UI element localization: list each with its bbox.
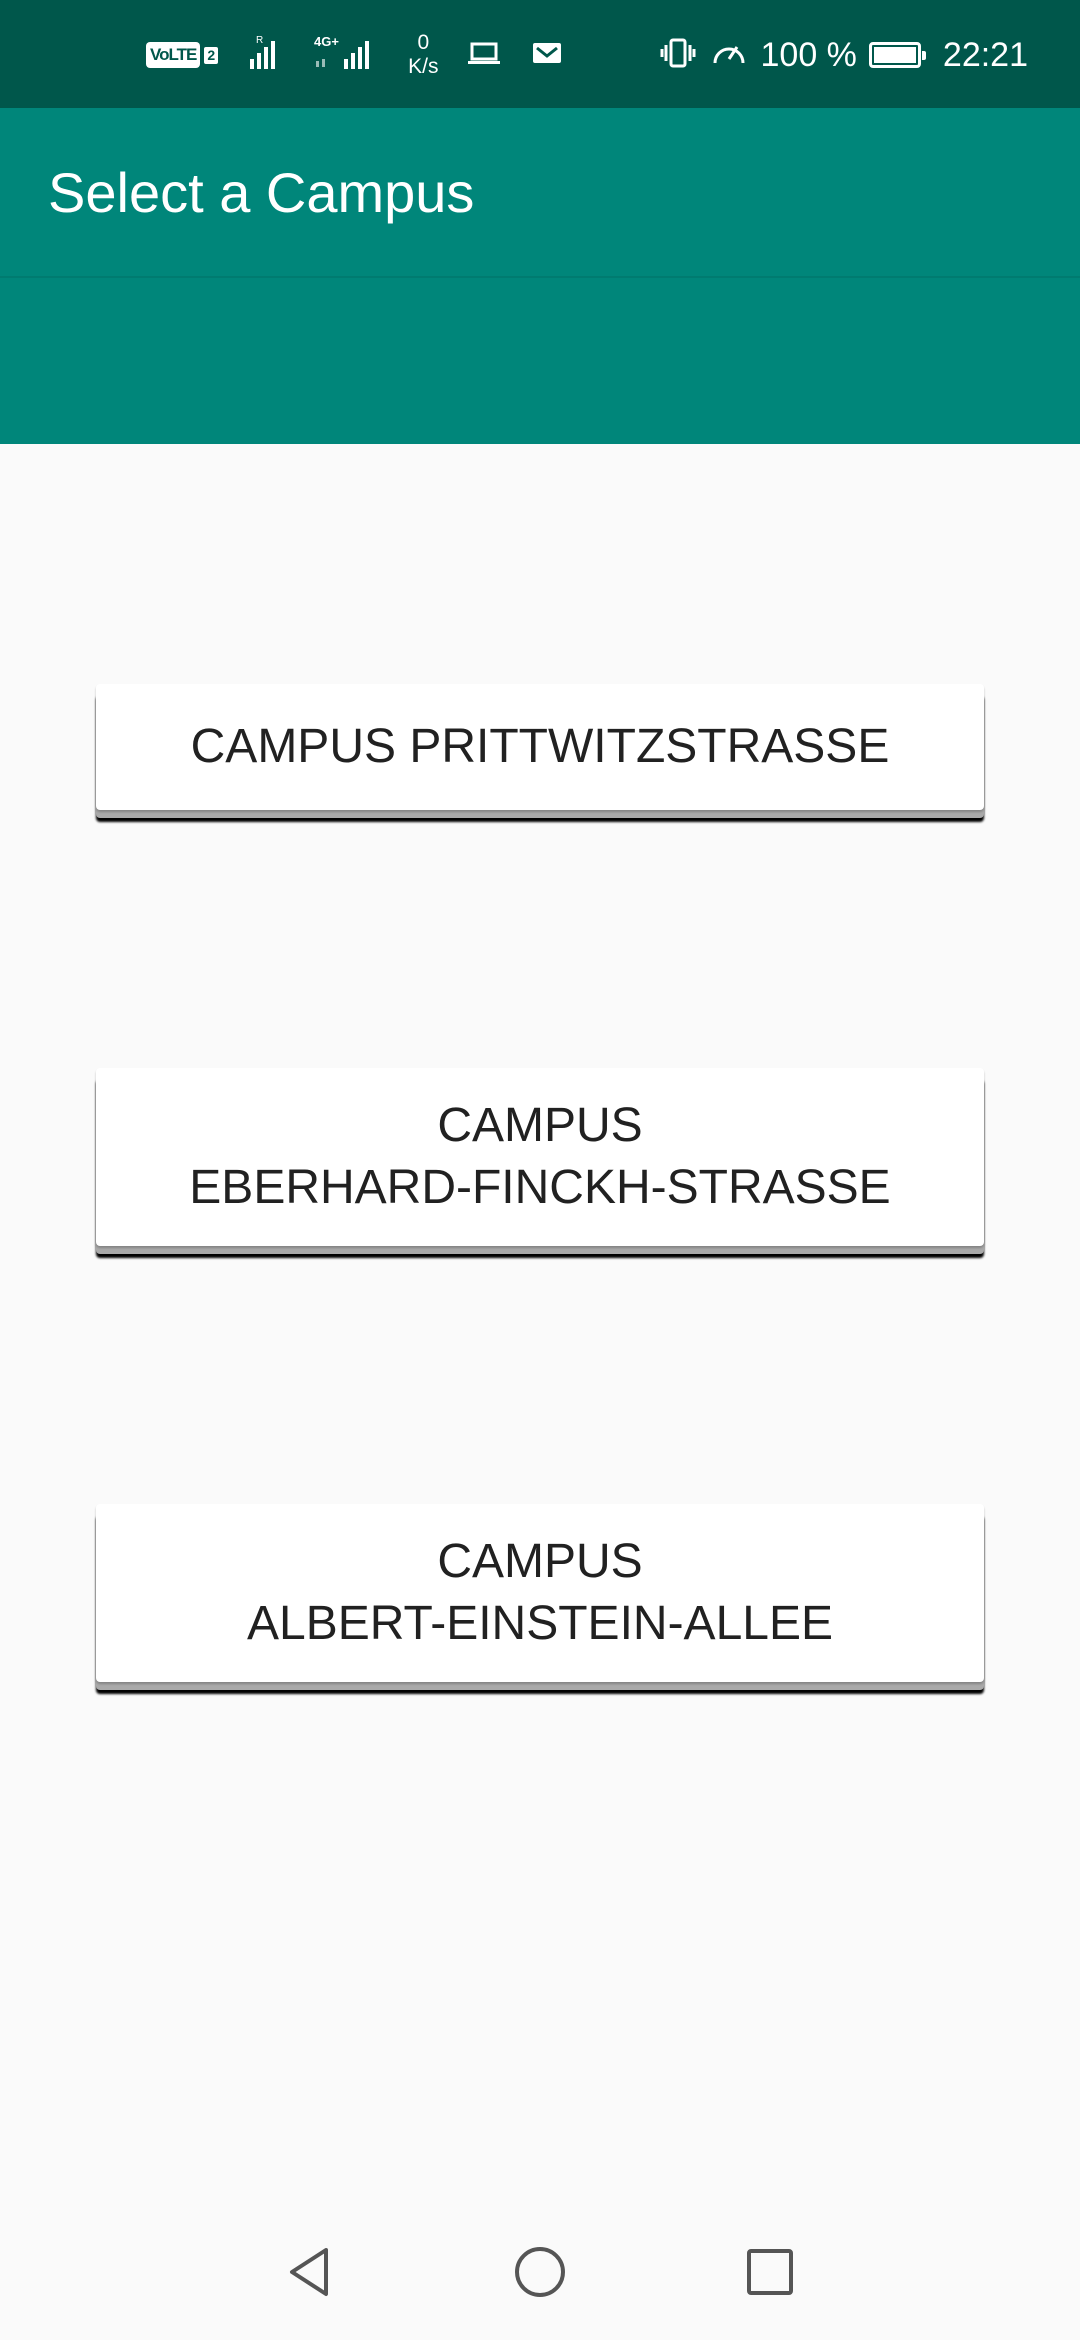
back-icon bbox=[282, 2242, 338, 2307]
volte-indicator: VoLTE 2 bbox=[146, 42, 219, 68]
app-bar-divider bbox=[0, 276, 1080, 278]
vibrate-icon bbox=[659, 35, 697, 76]
battery-percent: 100 % bbox=[760, 35, 857, 74]
speed-icon bbox=[709, 35, 749, 76]
button-label-line1: CAMPUS PRITTWITZSTRASSE bbox=[190, 720, 890, 773]
network-type-label: 4G+ bbox=[314, 34, 339, 49]
button-label-line1: CAMPUS bbox=[437, 1099, 643, 1152]
net-speed-unit: K/s bbox=[408, 55, 439, 78]
home-button[interactable] bbox=[500, 2234, 580, 2314]
campus-albert-einstein-allee-button[interactable]: CAMPUS ALBERT-EINSTEIN-ALLEE bbox=[96, 1504, 984, 1682]
net-speed-value: 0 bbox=[417, 31, 430, 54]
sim-number-badge: 2 bbox=[204, 46, 219, 64]
home-icon bbox=[512, 2244, 568, 2305]
recent-apps-icon bbox=[742, 2244, 798, 2305]
volte-icon: VoLTE bbox=[146, 42, 201, 68]
clock: 22:21 bbox=[942, 35, 1028, 74]
app-bar: Select a Campus bbox=[0, 108, 1080, 444]
signal-4g-icon: 4G+ bbox=[314, 33, 380, 78]
button-label-line2: EBERHARD-FINCKH-STRASSE bbox=[189, 1161, 891, 1214]
status-right-group: 100 % 22:21 bbox=[659, 30, 1028, 80]
campus-prittwitzstrasse-button[interactable]: CAMPUS PRITTWITZSTRASSE bbox=[96, 684, 984, 810]
roaming-label: R bbox=[256, 35, 263, 46]
navigation-bar bbox=[0, 2208, 1080, 2340]
recent-apps-button[interactable] bbox=[730, 2234, 810, 2314]
net-speed-indicator: 0 K/s bbox=[408, 31, 438, 79]
campus-eberhard-finckh-strasse-button[interactable]: CAMPUS EBERHARD-FINCKH-STRASSE bbox=[96, 1068, 984, 1246]
battery-icon bbox=[868, 42, 926, 68]
back-button[interactable] bbox=[270, 2234, 350, 2314]
page-title: Select a Campus bbox=[48, 161, 475, 224]
button-label-line1: CAMPUS bbox=[437, 1535, 643, 1588]
laptop-icon bbox=[466, 38, 502, 73]
status-left-group: VoLTE 2 R 4G+ 0 K/s bbox=[146, 30, 564, 80]
signal-icon: R bbox=[246, 33, 286, 78]
button-label-line2: ALBERT-EINSTEIN-ALLEE bbox=[247, 1597, 833, 1650]
mail-icon bbox=[530, 38, 564, 73]
status-bar: VoLTE 2 R 4G+ 0 K/s 100 % 22:21 bbox=[0, 0, 1080, 108]
